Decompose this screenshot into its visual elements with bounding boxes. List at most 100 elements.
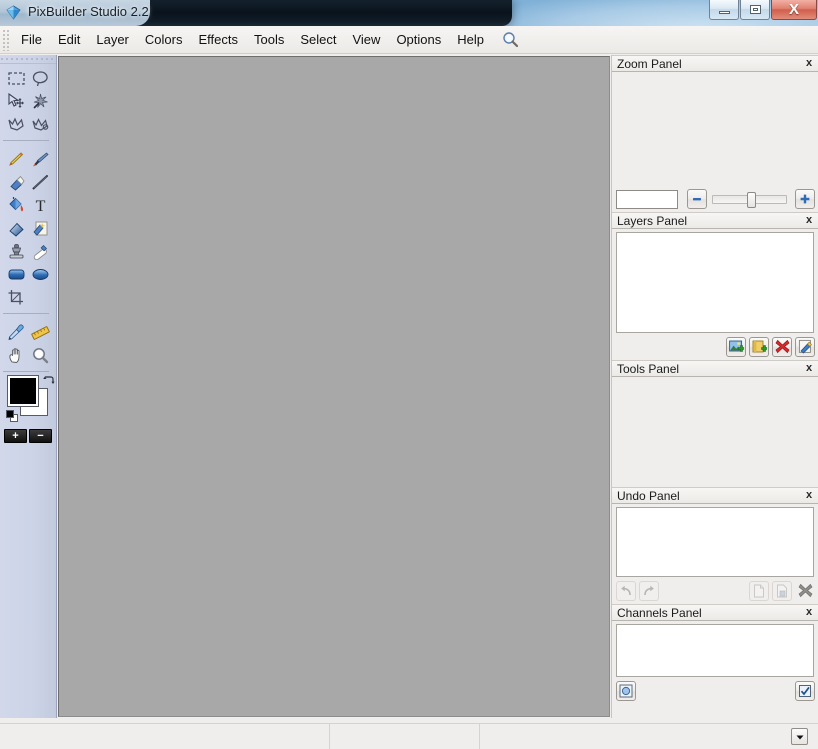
menu-help[interactable]: Help bbox=[449, 29, 492, 51]
toolbox-separator-1 bbox=[3, 140, 49, 141]
redo-button[interactable] bbox=[639, 581, 659, 601]
increase-button[interactable]: + bbox=[4, 429, 27, 443]
menu-layer[interactable]: Layer bbox=[88, 29, 137, 51]
diamond-gem-icon bbox=[5, 4, 22, 21]
tools-panel-body bbox=[612, 377, 818, 487]
lasso-select-tool[interactable] bbox=[28, 67, 52, 90]
layers-panel-body bbox=[612, 229, 818, 360]
zoom-slider-thumb[interactable] bbox=[747, 192, 756, 208]
add-folder-layer-button[interactable] bbox=[749, 337, 769, 357]
color-picker-tool[interactable] bbox=[4, 321, 28, 344]
close-icon[interactable]: x bbox=[803, 58, 815, 70]
chevron-down-icon[interactable] bbox=[791, 728, 808, 745]
decrease-button[interactable]: − bbox=[29, 429, 52, 443]
menu-tools[interactable]: Tools bbox=[246, 29, 292, 51]
undo-button[interactable] bbox=[616, 581, 636, 601]
gradient-tool[interactable] bbox=[4, 217, 28, 240]
pencil-tool[interactable] bbox=[4, 148, 28, 171]
zoom-panel-title: Zoom Panel bbox=[617, 57, 803, 71]
new-snapshot-button[interactable] bbox=[749, 581, 769, 601]
reset-colors-icon[interactable] bbox=[6, 410, 19, 423]
title-bar: PixBuilder Studio 2.2 X bbox=[0, 0, 818, 26]
rectangle-select-tool[interactable] bbox=[4, 67, 28, 90]
zoom-preview-area bbox=[616, 75, 814, 187]
measure-tool[interactable] bbox=[28, 321, 52, 344]
undo-panel: Undo Panel x bbox=[612, 487, 818, 604]
eraser-tool[interactable] bbox=[4, 171, 28, 194]
close-icon[interactable]: x bbox=[803, 490, 815, 502]
crop-tool[interactable] bbox=[4, 286, 28, 309]
image-canvas[interactable] bbox=[58, 56, 610, 717]
close-icon[interactable]: x bbox=[803, 363, 815, 375]
tools-panel: Tools Panel x bbox=[612, 360, 818, 487]
brush-tool[interactable] bbox=[28, 148, 52, 171]
text-tool[interactable]: T bbox=[28, 194, 52, 217]
undo-panel-title: Undo Panel bbox=[617, 489, 803, 503]
undo-history-list[interactable] bbox=[616, 507, 814, 577]
window-title: PixBuilder Studio 2.2 bbox=[28, 4, 149, 19]
menu-drag-grip[interactable] bbox=[2, 29, 11, 51]
close-icon[interactable]: x bbox=[803, 215, 815, 227]
zoom-tool[interactable] bbox=[28, 344, 52, 367]
hand-tool[interactable] bbox=[4, 344, 28, 367]
menu-colors[interactable]: Colors bbox=[137, 29, 191, 51]
layers-list[interactable] bbox=[616, 232, 814, 333]
channels-panel: Channels Panel x bbox=[612, 604, 818, 704]
zoom-slider[interactable] bbox=[712, 195, 787, 204]
zoom-panel-body bbox=[612, 72, 818, 212]
delete-layer-button[interactable] bbox=[772, 337, 792, 357]
tool-group-utility bbox=[0, 318, 57, 367]
menu-options[interactable]: Options bbox=[388, 29, 449, 51]
undo-button-row bbox=[616, 580, 815, 601]
layers-panel-header[interactable]: Layers Panel x bbox=[612, 212, 818, 229]
channel-select-button[interactable] bbox=[795, 681, 815, 701]
clear-history-button[interactable] bbox=[795, 581, 815, 601]
maximize-button[interactable] bbox=[740, 0, 770, 20]
tool-group-selection bbox=[0, 64, 57, 136]
clone-stamp-tool[interactable] bbox=[4, 240, 28, 263]
menu-view[interactable]: View bbox=[344, 29, 388, 51]
zoom-in-button[interactable] bbox=[795, 189, 815, 209]
foreground-color-swatch[interactable] bbox=[8, 376, 38, 406]
line-tool[interactable] bbox=[28, 171, 52, 194]
channels-panel-title: Channels Panel bbox=[617, 606, 803, 620]
toolbox-separator-3 bbox=[3, 371, 49, 372]
smudge-tool[interactable] bbox=[28, 240, 52, 263]
toolbox: T bbox=[0, 55, 57, 718]
paint-bucket-tool[interactable] bbox=[4, 194, 28, 217]
channels-panel-header[interactable]: Channels Panel x bbox=[612, 604, 818, 621]
magnetic-lasso-tool[interactable] bbox=[28, 113, 52, 136]
swap-arrows-icon[interactable] bbox=[42, 374, 55, 387]
layer-properties-button[interactable] bbox=[795, 337, 815, 357]
close-icon[interactable]: x bbox=[803, 607, 815, 619]
toolbox-drag-grip[interactable] bbox=[0, 55, 56, 64]
move-tool[interactable] bbox=[4, 90, 28, 113]
ellipse-shape-tool[interactable] bbox=[28, 263, 52, 286]
menu-edit[interactable]: Edit bbox=[50, 29, 88, 51]
zoom-panel-header[interactable]: Zoom Panel x bbox=[612, 55, 818, 72]
tools-options-area[interactable] bbox=[616, 380, 814, 484]
tool-group-paint: T bbox=[0, 145, 57, 309]
tools-panel-header[interactable]: Tools Panel x bbox=[612, 360, 818, 377]
magic-wand-tool[interactable] bbox=[28, 90, 52, 113]
channels-list[interactable] bbox=[616, 624, 814, 677]
toolbox-separator-2 bbox=[3, 313, 49, 314]
save-snapshot-button[interactable] bbox=[772, 581, 792, 601]
menu-select[interactable]: Select bbox=[292, 29, 344, 51]
menu-effects[interactable]: Effects bbox=[190, 29, 246, 51]
channel-view-button[interactable] bbox=[616, 681, 636, 701]
rounded-rectangle-shape-tool[interactable] bbox=[4, 263, 28, 286]
add-image-layer-button[interactable] bbox=[726, 337, 746, 357]
polygon-select-tool[interactable] bbox=[4, 113, 28, 136]
swatch-step-buttons: + − bbox=[4, 429, 56, 443]
zoom-input[interactable] bbox=[616, 190, 678, 209]
magnifier-icon[interactable] bbox=[500, 30, 520, 50]
menu-file[interactable]: File bbox=[13, 29, 50, 51]
canvas-area bbox=[57, 55, 611, 718]
effects-brush-tool[interactable] bbox=[28, 217, 52, 240]
minimize-button[interactable] bbox=[709, 0, 739, 20]
zoom-out-button[interactable] bbox=[687, 189, 707, 209]
menu-bar: File Edit Layer Colors Effects Tools Sel… bbox=[0, 26, 818, 54]
undo-panel-header[interactable]: Undo Panel x bbox=[612, 487, 818, 504]
close-button[interactable]: X bbox=[771, 0, 817, 20]
